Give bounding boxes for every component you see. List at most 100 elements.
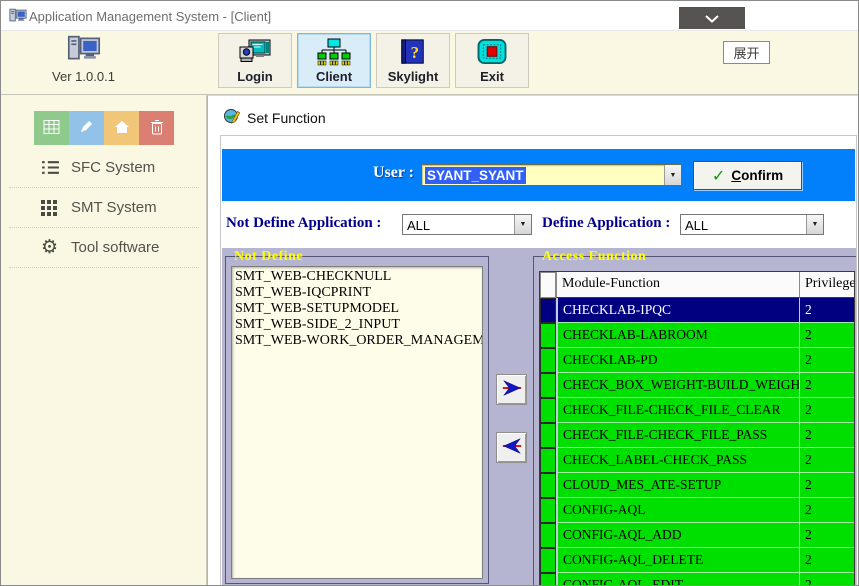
row-selector-cell[interactable]	[540, 298, 556, 323]
cell-module[interactable]: CHECK_FILE-CHECK_FILE_CLEAR	[556, 398, 799, 423]
cell-privilege[interactable]: 2	[799, 473, 854, 498]
list-item[interactable]: SMT_WEB-IQCPRINT	[235, 285, 482, 301]
table-row[interactable]: CHECK_LABEL-CHECK_PASS 2	[540, 448, 854, 473]
app-window: Application Management System - [Client]…	[0, 0, 859, 586]
sidebar-action-edit-button[interactable]	[69, 111, 104, 145]
list-item[interactable]: SMT_WEB-SIDE_2_INPUT	[235, 317, 482, 333]
list-item[interactable]: SMT_WEB-WORK_ORDER_MANAGEMENT	[235, 333, 482, 349]
cell-privilege[interactable]: 2	[799, 298, 854, 323]
define-application-combobox[interactable]: ALL ▼	[680, 214, 824, 235]
table-row[interactable]: CONFIG-AQL 2	[540, 498, 854, 523]
home-icon	[114, 120, 130, 137]
list-item[interactable]: SMT_WEB-CHECKNULL	[235, 269, 482, 285]
dropdown-arrow-icon[interactable]: ▼	[514, 215, 531, 234]
not-define-list[interactable]: SMT_WEB-CHECKNULLSMT_WEB-IQCPRINTSMT_WEB…	[231, 266, 483, 579]
sidebar-item-smt-system[interactable]: SMT System	[9, 188, 199, 228]
arrow-right-icon	[501, 377, 523, 402]
table-row[interactable]: CONFIG-AQL_EDIT 2	[540, 573, 854, 586]
table-row[interactable]: CHECK_FILE-CHECK_FILE_PASS 2	[540, 423, 854, 448]
row-selector-cell[interactable]	[540, 573, 556, 586]
check-icon: ✓	[712, 168, 725, 184]
cell-privilege[interactable]: 2	[799, 573, 854, 586]
cell-privilege[interactable]: 2	[799, 373, 854, 398]
list-item[interactable]: SMT_WEB-SETUPMODEL	[235, 301, 482, 317]
user-label: User :	[342, 164, 414, 182]
sidebar-item-label: SMT System	[71, 199, 157, 216]
row-selector-cell[interactable]	[540, 423, 556, 448]
row-selector-cell[interactable]	[540, 548, 556, 573]
cell-module[interactable]: CONFIG-AQL	[556, 498, 799, 523]
pencil-icon	[79, 119, 94, 137]
cell-privilege[interactable]: 2	[799, 423, 854, 448]
row-selector-cell[interactable]	[540, 448, 556, 473]
main-panel: Set Function User : SYANT_SYANT ▼ ✓ Conf…	[207, 95, 859, 586]
exit-icon	[476, 34, 508, 69]
combo-value: ALL	[685, 218, 708, 233]
expand-button[interactable]: 展开	[723, 41, 770, 64]
cell-privilege[interactable]: 2	[799, 498, 854, 523]
toolbar-button-skylight[interactable]: ? Skylight	[376, 33, 450, 88]
cell-privilege[interactable]: 2	[799, 323, 854, 348]
cell-privilege[interactable]: 2	[799, 548, 854, 573]
cell-module[interactable]: CONFIG-AQL_ADD	[556, 523, 799, 548]
table-row[interactable]: CHECK_FILE-CHECK_FILE_CLEAR 2	[540, 398, 854, 423]
row-selector-cell[interactable]	[540, 373, 556, 398]
move-left-button[interactable]	[496, 432, 527, 463]
cell-module[interactable]: CONFIG-AQL_DELETE	[556, 548, 799, 573]
cell-privilege[interactable]: 2	[799, 348, 854, 373]
sidebar-item-tool-software[interactable]: ⚙ Tool software	[9, 228, 199, 268]
access-function-groupbox: Access Function Module-Function Privileg…	[533, 256, 857, 586]
computers-icon	[67, 49, 101, 66]
table-row[interactable]: CHECKLAB-LABROOM 2	[540, 323, 854, 348]
login-computers-icon	[239, 34, 271, 69]
toolbar-button-login[interactable]: Login	[218, 33, 292, 88]
row-selector-cell[interactable]	[540, 323, 556, 348]
row-selector-cell[interactable]	[540, 498, 556, 523]
move-right-button[interactable]	[496, 374, 527, 405]
row-selector-cell[interactable]	[540, 473, 556, 498]
collapse-button[interactable]	[679, 7, 745, 29]
access-table-body: CHECKLAB-IPQC 2 CHECKLAB-LABROOM 2 CHECK…	[540, 298, 854, 586]
sidebar-action-delete-button[interactable]	[139, 111, 174, 145]
sidebar-action-table-button[interactable]	[34, 111, 69, 145]
row-selector-cell[interactable]	[540, 398, 556, 423]
cell-privilege[interactable]: 2	[799, 398, 854, 423]
version-panel: Ver 1.0.0.1	[26, 35, 141, 84]
table-row[interactable]: CHECK_BOX_WEIGHT-BUILD_WEIGHT 2	[540, 373, 854, 398]
cell-module[interactable]: CHECKLAB-IPQC	[556, 298, 799, 323]
dropdown-arrow-icon[interactable]: ▼	[664, 165, 681, 185]
cell-module[interactable]: CHECKLAB-PD	[556, 348, 799, 373]
set-function-icon	[224, 108, 240, 129]
trash-icon	[150, 119, 164, 138]
table-row[interactable]: CHECKLAB-PD 2	[540, 348, 854, 373]
toolbar-button-client[interactable]: Client	[297, 33, 371, 88]
client-orgchart-icon	[317, 34, 351, 69]
cell-privilege[interactable]: 2	[799, 523, 854, 548]
toolbar-button-exit[interactable]: Exit	[455, 33, 529, 88]
table-row[interactable]: CONFIG-AQL_ADD 2	[540, 523, 854, 548]
user-combobox[interactable]: SYANT_SYANT ▼	[421, 164, 682, 186]
cell-privilege[interactable]: 2	[799, 448, 854, 473]
table-row[interactable]: CHECKLAB-IPQC 2	[540, 298, 854, 323]
not-define-application-label: Not Define Application :	[226, 215, 381, 232]
user-banner: User : SYANT_SYANT ▼ ✓ Confirm	[222, 149, 855, 201]
cell-module[interactable]: CHECK_LABEL-CHECK_PASS	[556, 448, 799, 473]
set-function-title: Set Function	[247, 110, 326, 126]
sidebar-action-home-button[interactable]	[104, 111, 139, 145]
cell-module[interactable]: CLOUD_MES_ATE-SETUP	[556, 473, 799, 498]
sidebar-item-sfc-system[interactable]: SFC System	[9, 148, 199, 188]
table-row[interactable]: CONFIG-AQL_DELETE 2	[540, 548, 854, 573]
table-icon	[43, 120, 60, 137]
not-define-application-combobox[interactable]: ALL ▼	[402, 214, 532, 235]
dropdown-arrow-icon[interactable]: ▼	[806, 215, 823, 234]
not-define-groupbox: Not Define SMT_WEB-CHECKNULLSMT_WEB-IQCP…	[225, 256, 489, 584]
cell-module[interactable]: CONFIG-AQL_EDIT	[556, 573, 799, 586]
cell-module[interactable]: CHECK_BOX_WEIGHT-BUILD_WEIGHT	[556, 373, 799, 398]
row-selector-cell[interactable]	[540, 523, 556, 548]
cell-module[interactable]: CHECK_FILE-CHECK_FILE_PASS	[556, 423, 799, 448]
column-header-module-function: Module-Function	[556, 272, 799, 298]
row-selector-cell[interactable]	[540, 348, 556, 373]
table-row[interactable]: CLOUD_MES_ATE-SETUP 2	[540, 473, 854, 498]
confirm-button[interactable]: ✓ Confirm	[693, 161, 802, 190]
cell-module[interactable]: CHECKLAB-LABROOM	[556, 323, 799, 348]
